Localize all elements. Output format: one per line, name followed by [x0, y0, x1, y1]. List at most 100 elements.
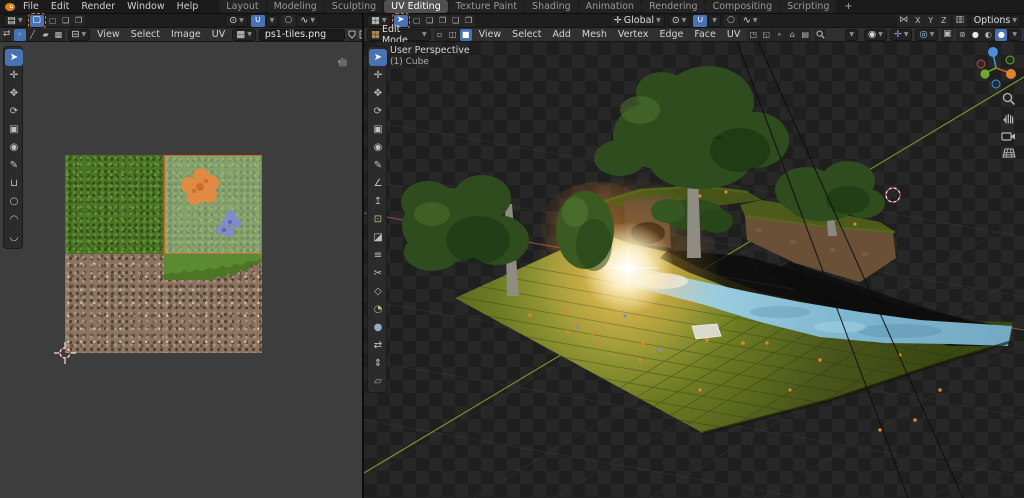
tab-sculpting[interactable]: Sculpting	[325, 0, 383, 13]
vp-extra-icon-1[interactable]: ◳	[747, 29, 759, 41]
pan-hand-icon[interactable]	[336, 54, 350, 68]
gizmo-y-axis[interactable]	[980, 69, 989, 78]
menu-render[interactable]: Render	[76, 1, 120, 12]
shading-solid-button[interactable]: ●	[969, 29, 981, 41]
gizmo-neg-x-axis[interactable]	[977, 60, 985, 68]
tab-modeling[interactable]: Modeling	[267, 0, 324, 13]
overlays-dropdown[interactable]: ◎▼	[915, 29, 938, 41]
header-overflow-dropdown[interactable]: ▼	[845, 29, 858, 41]
vp-extra-icon-5[interactable]: ▤	[799, 29, 811, 41]
mesh-select-edge-button[interactable]: ◫	[447, 29, 459, 41]
vp-tool-shrink-fatten[interactable]: ⇕	[369, 355, 387, 372]
vp-select-mode-subtract-icon[interactable]: ❐	[437, 15, 449, 27]
vp-select-mode-intersect-icon[interactable]: ❒	[463, 15, 475, 27]
vp-tool-rotate[interactable]: ⟳	[369, 103, 387, 120]
gizmo-neg-z-axis[interactable]	[992, 80, 1000, 88]
tab-layout[interactable]: Layout	[219, 0, 265, 13]
vp-tool-loop-cut[interactable]: ≡	[369, 247, 387, 264]
vp-tool-poly-build[interactable]: ◇	[369, 283, 387, 300]
uv-2d-cursor[interactable]	[53, 341, 77, 365]
uv-snap-toggle[interactable]: ∪	[251, 15, 265, 27]
tab-compositing[interactable]: Compositing	[706, 0, 780, 13]
mirror-z-toggle[interactable]: Z	[938, 15, 950, 27]
uv-tool-relax[interactable]: ◠	[5, 211, 23, 228]
tab-scripting[interactable]: Scripting	[780, 0, 836, 13]
uv-select-face-button[interactable]: ▰	[40, 29, 52, 41]
uv-editor-type-dropdown[interactable]: ▤▼	[3, 15, 27, 27]
gizmo-x-axis[interactable]	[1006, 69, 1016, 79]
mesh-select-vertex-button[interactable]: ▫	[434, 29, 446, 41]
uv-proportional-toggle[interactable]: ○	[281, 15, 295, 27]
xray-toggle[interactable]: ▣	[941, 29, 953, 41]
uv-tool-rotate[interactable]: ⟳	[5, 103, 23, 120]
uv-select-edge-button[interactable]: ╱	[27, 29, 39, 41]
vp-menu-view[interactable]: View	[475, 29, 506, 40]
select-mode-subtract-icon[interactable]: ❐	[73, 15, 85, 27]
gizmo-neg-y-axis[interactable]	[1006, 56, 1014, 64]
vp-menu-add[interactable]: Add	[548, 29, 574, 40]
transform-orientation-dropdown[interactable]: ✛Global▼	[610, 15, 665, 27]
mirror-x-toggle[interactable]: X	[912, 15, 924, 27]
zoom-icon[interactable]	[1002, 92, 1016, 106]
menu-file[interactable]: File	[18, 1, 44, 12]
select-mode-new-icon[interactable]: ▢	[47, 15, 59, 27]
vp-menu-mesh[interactable]: Mesh	[578, 29, 611, 40]
vp-tool-shear[interactable]: ▱	[369, 373, 387, 390]
vp-tool-knife[interactable]: ✂	[369, 265, 387, 282]
uv-tool-transform[interactable]: ◉	[5, 139, 23, 156]
texture-tile-flowers-selected[interactable]	[164, 155, 263, 254]
vp-falloff-dropdown[interactable]: ∿▼	[739, 15, 762, 27]
shading-wireframe-button[interactable]: ⊛	[956, 29, 968, 41]
shading-material-button[interactable]: ◐	[982, 29, 994, 41]
vp-pivot-dropdown[interactable]: ⊙▼	[668, 15, 691, 27]
uv-menu-view[interactable]: View	[93, 29, 124, 40]
gizmos-dropdown[interactable]: ✛▼	[890, 29, 913, 41]
vp-extra-icon-4[interactable]: ⌂	[786, 29, 798, 41]
vp-extra-icon-3[interactable]: ∘	[773, 29, 785, 41]
uv-tool-move[interactable]: ✥	[5, 85, 23, 102]
image-browse-dropdown[interactable]: ▦▼	[232, 29, 256, 41]
uv-select-island-button[interactable]: ▩	[53, 29, 65, 41]
pan-hand-icon[interactable]	[1002, 111, 1016, 125]
snap-options-icon[interactable]: ▥	[953, 15, 967, 27]
texture-image[interactable]	[65, 155, 262, 353]
uv-tool-scale[interactable]: ▣	[5, 121, 23, 138]
uv-menu-select[interactable]: Select	[127, 29, 164, 40]
uv-select-vertex-button[interactable]: ◦	[14, 29, 26, 41]
vp-select-mode-difference-icon[interactable]: ❑	[450, 15, 462, 27]
vp-menu-uv[interactable]: UV	[723, 29, 744, 40]
uv-tool-rip-region[interactable]: ⊔	[5, 175, 23, 192]
vp-menu-vertex[interactable]: Vertex	[614, 29, 653, 40]
uv-falloff-dropdown[interactable]: ∿▼	[296, 15, 319, 27]
tab-texture-paint[interactable]: Texture Paint	[449, 0, 524, 13]
image-name-field[interactable]: ps1-tiles.png	[259, 29, 345, 41]
tool-options-dropdown[interactable]: Options▼	[970, 15, 1021, 27]
vp-tool-spin[interactable]: ◔	[369, 301, 387, 318]
vp-tool-extrude-region[interactable]: ↥	[369, 193, 387, 210]
vp-tool-smooth[interactable]: ●	[369, 319, 387, 336]
vp-tool-inset-faces[interactable]: ⊡	[369, 211, 387, 228]
uv-tool-grab[interactable]: ○	[5, 193, 23, 210]
uv-menu-uv[interactable]: UV	[208, 29, 229, 40]
vp-snap-with-dropdown[interactable]: ▼	[708, 15, 721, 27]
mesh-select-face-button[interactable]: ■	[460, 29, 472, 41]
menu-edit[interactable]: Edit	[46, 1, 74, 12]
uv-tool-annotate[interactable]: ✎	[5, 157, 23, 174]
menu-window[interactable]: Window	[122, 1, 169, 12]
vp-tool-annotate[interactable]: ✎	[369, 157, 387, 174]
active-tool-tweak-button[interactable]: ▢	[30, 15, 44, 27]
tab-uv-editing[interactable]: UV Editing	[384, 0, 448, 13]
uv-tool-pinch[interactable]: ◡	[5, 229, 23, 246]
viewport-canvas[interactable]: ➤ ✛ ✥ ⟳ ▣ ◉ ✎ ∠ ↥ ⊡ ◪ ≡ ✂ ◇ ◔ ● ⇄ ⇕ ▱	[364, 42, 1024, 498]
object-visibility-dropdown[interactable]: ◉▼	[864, 29, 887, 41]
uv-sync-selection-toggle[interactable]: ⇄	[3, 29, 11, 41]
navigation-gizmo[interactable]	[974, 44, 1020, 90]
shading-rendered-button[interactable]: ●	[995, 29, 1007, 41]
uv-canvas[interactable]: ➤ ✛ ✥ ⟳ ▣ ◉ ✎ ⊔ ○ ◠ ◡	[0, 42, 362, 498]
vp-menu-face[interactable]: Face	[690, 29, 719, 40]
uv-snap-with-dropdown[interactable]: ▼	[266, 15, 279, 27]
vp-tool-scale[interactable]: ▣	[369, 121, 387, 138]
vp-extra-icon-2[interactable]: ◱	[760, 29, 772, 41]
uv-tool-cursor[interactable]: ✛	[5, 67, 23, 84]
menu-help[interactable]: Help	[172, 1, 204, 12]
